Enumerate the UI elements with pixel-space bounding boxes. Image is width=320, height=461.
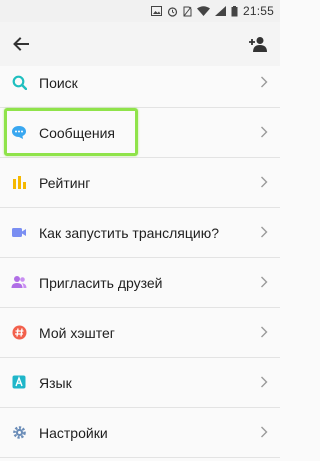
settings-icon <box>11 424 27 440</box>
menu-item-my-hashtag[interactable]: Мой хэштег <box>0 308 280 358</box>
bar-chart-icon <box>11 174 27 190</box>
hashtag-icon <box>11 324 27 340</box>
chevron-right-icon <box>261 126 268 138</box>
image-icon <box>150 6 162 16</box>
menu-item-label: Настройки <box>39 425 108 441</box>
alarm-icon <box>167 6 178 17</box>
menu-item-label: Сообщения <box>39 125 115 141</box>
chevron-right-icon <box>261 76 268 88</box>
menu-list: Поиск Сообщения Рейтинг Как запустить тр… <box>0 58 280 458</box>
add-friend-button[interactable] <box>246 32 270 56</box>
menu-item-language[interactable]: Язык <box>0 358 280 408</box>
menu-item-invite-friends[interactable]: Пригласить друзей <box>0 258 280 308</box>
no-sim-icon <box>183 6 192 17</box>
people-icon <box>11 274 27 290</box>
status-bar: 21:55 <box>0 0 280 22</box>
chevron-right-icon <box>261 226 268 238</box>
search-icon <box>11 74 27 90</box>
status-time: 21:55 <box>242 4 274 18</box>
chat-bubble-icon <box>11 124 27 140</box>
battery-icon <box>231 5 238 17</box>
wifi-icon <box>196 6 210 16</box>
language-icon <box>11 374 27 390</box>
menu-item-label: Поиск <box>39 75 78 91</box>
video-camera-icon <box>11 224 27 240</box>
menu-item-rating[interactable]: Рейтинг <box>0 158 280 208</box>
menu-item-label: Как запустить трансляцию? <box>39 225 220 241</box>
arrow-left-icon <box>13 37 29 51</box>
signal-icon <box>214 6 226 16</box>
back-button[interactable] <box>10 33 32 55</box>
chevron-right-icon <box>261 426 268 438</box>
menu-item-how-to-stream[interactable]: Как запустить трансляцию? <box>0 208 280 258</box>
menu-item-messages[interactable]: Сообщения <box>0 108 280 158</box>
menu-item-settings[interactable]: Настройки <box>0 408 280 458</box>
chevron-right-icon <box>261 276 268 288</box>
menu-item-label: Пригласить друзей <box>39 275 163 291</box>
chevron-right-icon <box>261 326 268 338</box>
menu-item-search[interactable]: Поиск <box>0 58 280 108</box>
menu-item-label: Мой хэштег <box>39 325 115 341</box>
chevron-right-icon <box>261 176 268 188</box>
chevron-right-icon <box>261 376 268 388</box>
menu-item-label: Язык <box>39 375 72 391</box>
person-add-icon <box>249 37 267 52</box>
menu-item-label: Рейтинг <box>39 175 91 191</box>
